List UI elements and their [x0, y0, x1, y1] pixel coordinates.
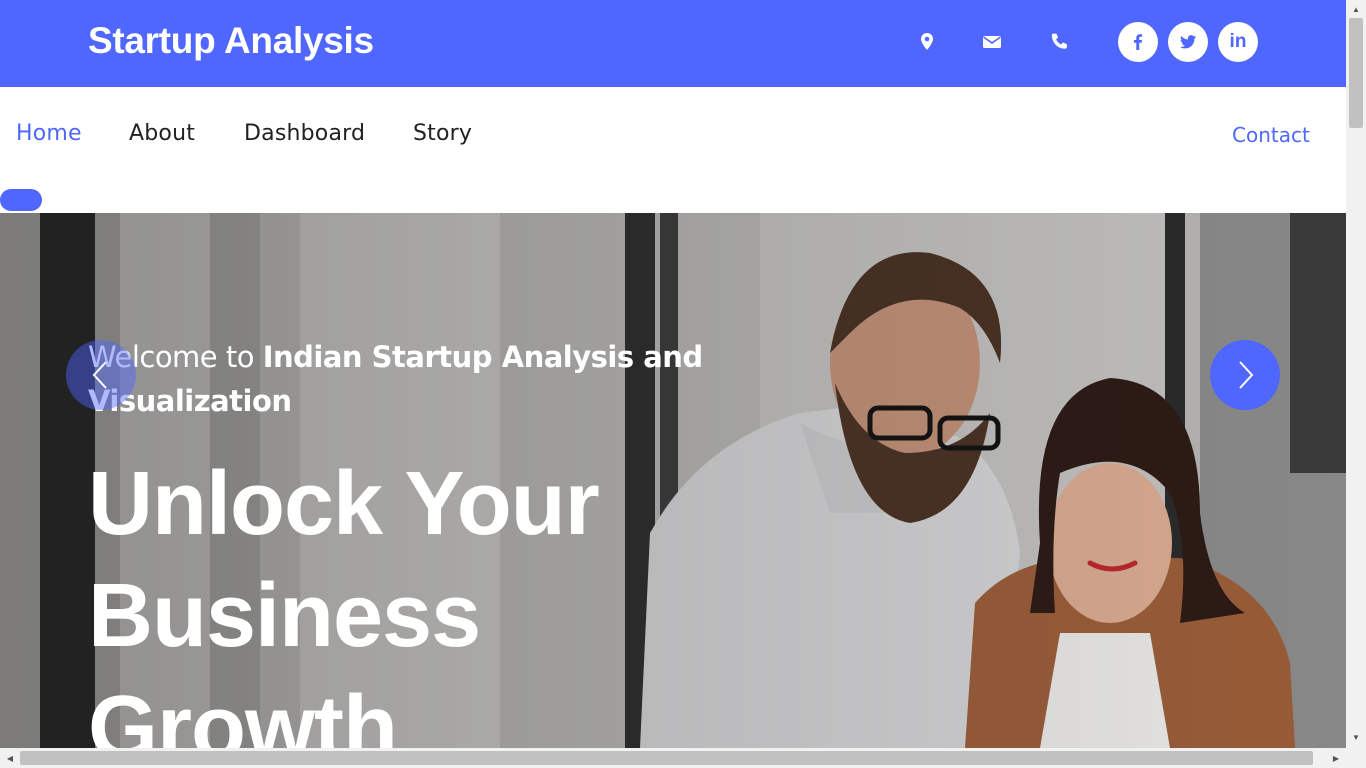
- nav-story[interactable]: Story: [413, 121, 472, 146]
- phone-icon[interactable]: [1047, 30, 1071, 54]
- linkedin-icon[interactable]: in: [1218, 22, 1258, 62]
- scroll-right-arrow-icon[interactable]: ▶: [1326, 748, 1346, 768]
- vertical-scrollbar-thumb[interactable]: [1349, 18, 1363, 128]
- scroll-up-arrow-icon[interactable]: ▲: [1346, 0, 1366, 18]
- nav-dashboard[interactable]: Dashboard: [244, 121, 365, 146]
- map-marker-icon[interactable]: [915, 30, 939, 54]
- scroll-left-arrow-icon[interactable]: ◀: [0, 748, 20, 768]
- facebook-icon[interactable]: [1118, 22, 1158, 62]
- hero-welcome-text: Welcome to Indian Startup Analysis and V…: [88, 335, 728, 423]
- carousel-next-button[interactable]: [1210, 340, 1280, 410]
- envelope-icon[interactable]: [980, 30, 1004, 54]
- scroll-down-arrow-icon[interactable]: ▼: [1346, 728, 1366, 746]
- site-brand[interactable]: Startup Analysis: [88, 20, 374, 62]
- horizontal-scrollbar-thumb[interactable]: [20, 751, 1313, 765]
- chevron-right-icon: [1239, 361, 1254, 389]
- twitter-icon[interactable]: [1168, 22, 1208, 62]
- hero-headline: Unlock Your Business Growth: [88, 454, 600, 748]
- hero-carousel: Welcome to Indian Startup Analysis and V…: [0, 213, 1346, 748]
- top-header: Startup Analysis in: [0, 0, 1346, 87]
- nav-toggle-button[interactable]: [0, 189, 42, 211]
- nav-home[interactable]: Home: [16, 121, 82, 146]
- carousel-prev-button[interactable]: [66, 340, 136, 410]
- chevron-left-icon: [92, 361, 107, 389]
- linkedin-glyph: in: [1229, 31, 1247, 52]
- nav-contact[interactable]: Contact: [1232, 123, 1310, 147]
- main-nav: Home About Dashboard Story Contact: [0, 87, 1346, 213]
- nav-about[interactable]: About: [129, 121, 195, 146]
